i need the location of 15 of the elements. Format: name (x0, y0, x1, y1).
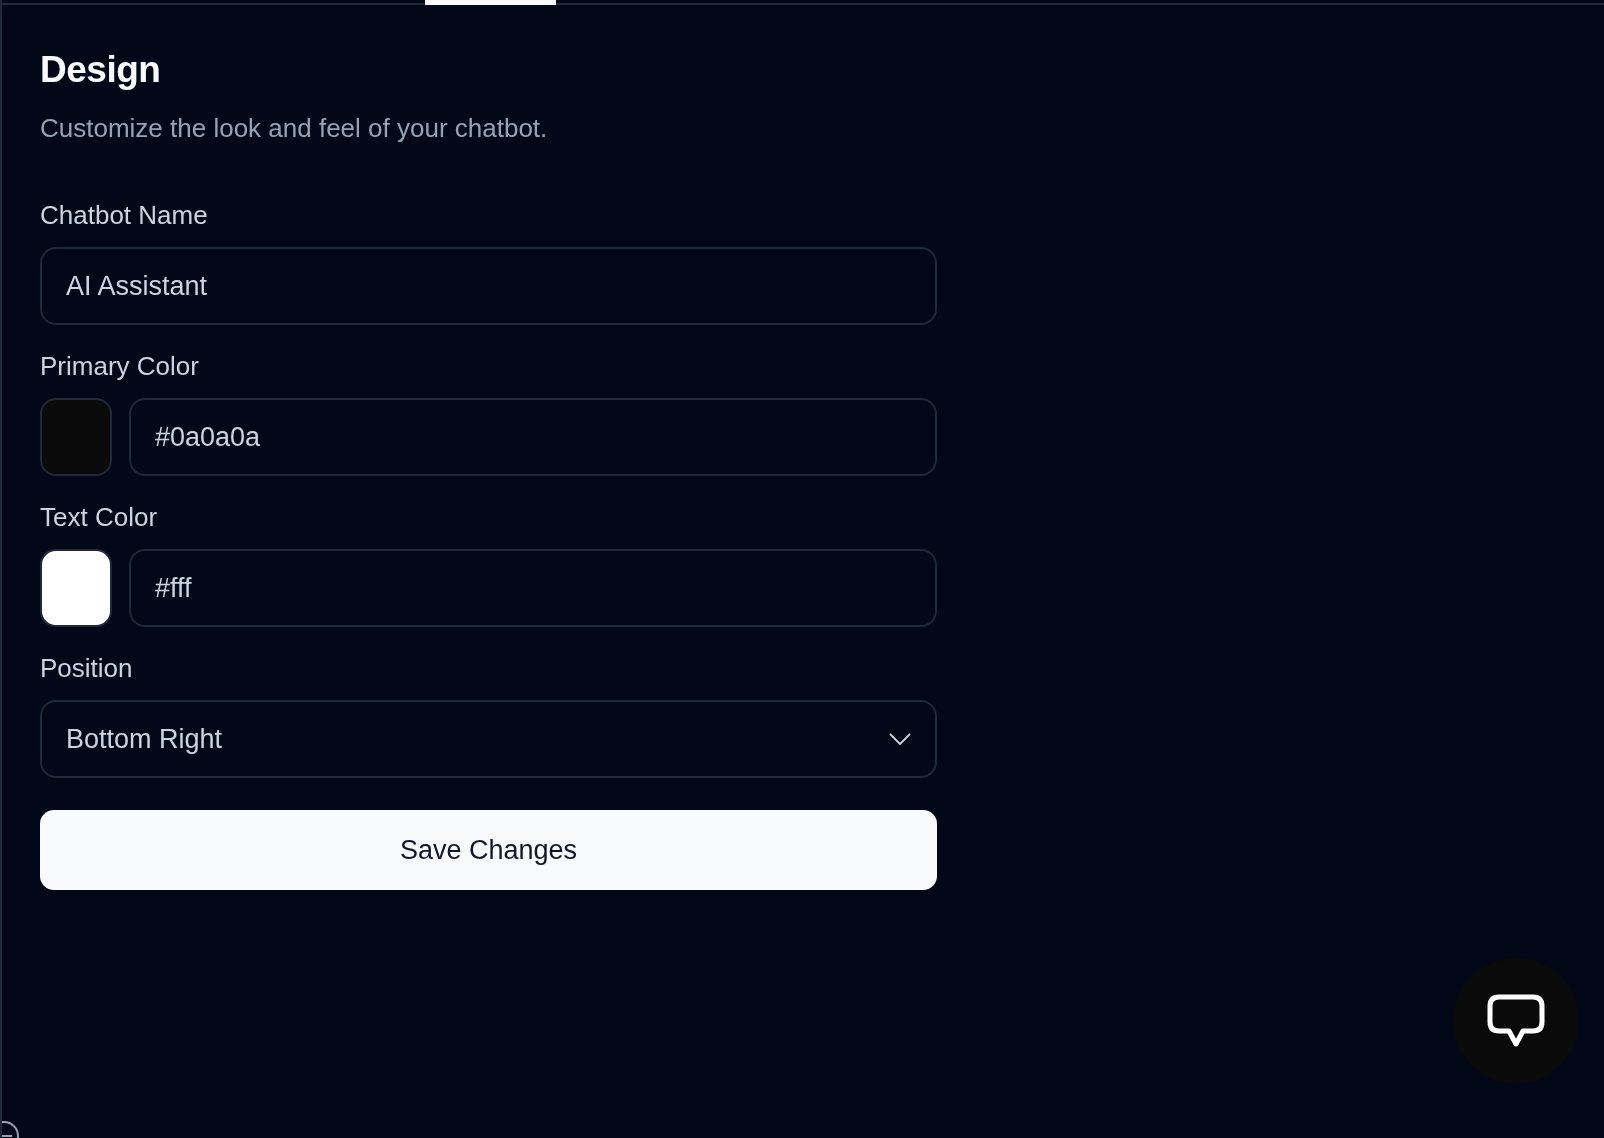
field-label: Primary Color (40, 351, 200, 382)
field-label: Text Color (40, 502, 159, 533)
dropdown[interactable]: Bottom Right (40, 700, 937, 778)
field-label: Chatbot Name (40, 200, 209, 231)
section-title: Design (40, 49, 162, 91)
input-field[interactable]: #fff (129, 549, 937, 627)
section-description: Customize the look and feel of your chatbot. (40, 113, 549, 144)
color-swatch[interactable] (40, 549, 112, 627)
chat-bubble-icon (1487, 994, 1545, 1048)
color-swatch[interactable] (40, 398, 112, 476)
save-button[interactable]: Save Changes (40, 810, 937, 890)
input-field[interactable]: #0a0a0a (129, 398, 937, 476)
field-label: Position (40, 653, 134, 684)
input-field[interactable]: AI Assistant (40, 247, 937, 325)
chevron-down-icon (889, 733, 911, 745)
